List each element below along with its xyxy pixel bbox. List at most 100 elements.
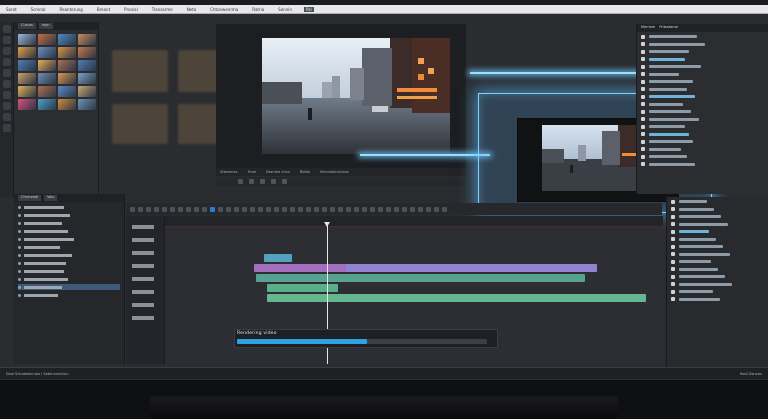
- timeline-tool-icon[interactable]: [234, 206, 239, 212]
- timeline-tool-icon[interactable]: [434, 206, 439, 212]
- timeline-tool-icon[interactable]: [186, 206, 191, 212]
- track-header[interactable]: [132, 251, 154, 255]
- inspector-row[interactable]: [641, 41, 765, 47]
- media-thumbnail[interactable]: [18, 73, 36, 84]
- media-thumbnail[interactable]: [38, 73, 56, 84]
- timeline-tool-icon[interactable]: [226, 206, 231, 212]
- menu-item[interactable]: Chtonwenrma: [208, 7, 240, 12]
- timeline-clip[interactable]: [266, 294, 647, 302]
- effect-item[interactable]: [671, 281, 765, 287]
- media-thumbnail[interactable]: [58, 99, 76, 110]
- visibility-icon[interactable]: [18, 237, 21, 241]
- checkbox-icon[interactable]: [641, 162, 645, 166]
- timeline-tool-icon[interactable]: [178, 206, 183, 212]
- effect-item[interactable]: [671, 199, 765, 205]
- visibility-icon[interactable]: [18, 229, 21, 233]
- viewer-bar-label[interactable]: Semvlantrutions: [320, 170, 349, 174]
- hand-tool-icon[interactable]: [2, 47, 11, 55]
- inspector-row[interactable]: [641, 161, 765, 167]
- checkbox-icon[interactable]: [641, 147, 645, 151]
- track-header[interactable]: [132, 264, 154, 268]
- timeline-tool-icon[interactable]: [162, 206, 167, 212]
- pen-tool-icon[interactable]: [2, 69, 11, 77]
- menu-item[interactable]: Breant: [95, 7, 112, 12]
- visibility-icon[interactable]: [18, 205, 21, 209]
- slip-tool-icon[interactable]: [2, 91, 11, 99]
- media-thumbnail[interactable]: [18, 60, 36, 71]
- inspector-row[interactable]: [641, 139, 765, 145]
- effect-item[interactable]: [671, 259, 765, 265]
- track-list-item[interactable]: [18, 292, 120, 298]
- track-list-item[interactable]: [18, 268, 120, 274]
- media-thumbnail[interactable]: [78, 99, 96, 110]
- media-thumbnail[interactable]: [18, 34, 36, 45]
- program-monitor[interactable]: [216, 24, 466, 169]
- timeline-tool-icon[interactable]: [338, 206, 343, 212]
- timeline-tool-icon[interactable]: [210, 206, 215, 212]
- track-list-item[interactable]: [18, 260, 120, 266]
- timeline-tool-icon[interactable]: [410, 206, 415, 212]
- track-header[interactable]: [132, 277, 154, 281]
- effect-item[interactable]: [671, 296, 765, 302]
- inspector-tab[interactable]: Prlbwtame: [659, 25, 678, 31]
- inspector-tab[interactable]: Mernem: [641, 25, 655, 31]
- timeline-tool-icon[interactable]: [154, 206, 159, 212]
- checkbox-icon[interactable]: [641, 117, 645, 121]
- inspector-row[interactable]: [641, 49, 765, 55]
- checkbox-icon[interactable]: [641, 72, 645, 76]
- timeline-clip[interactable]: [346, 264, 598, 272]
- timeline-tool-icon[interactable]: [370, 206, 375, 212]
- effect-item[interactable]: [671, 289, 765, 295]
- menu-item[interactable]: Pronial: [122, 7, 140, 12]
- timeline-tool-icon[interactable]: [202, 206, 207, 212]
- checkbox-icon[interactable]: [641, 94, 645, 99]
- inspector-row[interactable]: [641, 146, 765, 152]
- rate-stretch-tool-icon[interactable]: [2, 124, 11, 132]
- text-tool-icon[interactable]: [2, 80, 11, 88]
- go-to-start-icon[interactable]: [238, 179, 243, 184]
- effect-item[interactable]: [671, 251, 765, 257]
- viewer-bar-label[interactable]: Vtensnres: [220, 170, 238, 174]
- zoom-tool-icon[interactable]: [2, 58, 11, 66]
- media-thumbnail[interactable]: [58, 73, 76, 84]
- inspector-row[interactable]: [641, 34, 765, 40]
- checkbox-icon[interactable]: [641, 102, 645, 106]
- timeline-tool-icon[interactable]: [146, 206, 151, 212]
- timeline-clip[interactable]: [255, 274, 585, 282]
- timeline-tool-icon[interactable]: [130, 206, 135, 212]
- timeline-tool-icon[interactable]: [282, 206, 287, 212]
- inspector-row[interactable]: [641, 56, 765, 62]
- timeline-tool-icon[interactable]: [250, 206, 255, 212]
- timeline-tool-icon[interactable]: [314, 206, 319, 212]
- media-thumbnail[interactable]: [58, 86, 76, 97]
- timeline-tool-icon[interactable]: [258, 206, 263, 212]
- effect-item[interactable]: [671, 229, 765, 235]
- ripple-tool-icon[interactable]: [2, 102, 11, 110]
- inspector-row[interactable]: [641, 154, 765, 160]
- timeline-tool-icon[interactable]: [386, 206, 391, 212]
- checkbox-icon[interactable]: [641, 34, 645, 39]
- timeline-tool-icon[interactable]: [402, 206, 407, 212]
- inspector-row[interactable]: [641, 116, 765, 122]
- viewer-bar-label[interactable]: Trme: [248, 170, 257, 174]
- media-thumbnail[interactable]: [18, 99, 36, 110]
- tracks-panel-tab[interactable]: Volv: [44, 195, 58, 201]
- visibility-icon[interactable]: [18, 277, 21, 281]
- timeline-tool-icon[interactable]: [330, 206, 335, 212]
- menu-item[interactable]: Neta: [185, 7, 198, 12]
- timeline-tool-icon[interactable]: [354, 206, 359, 212]
- checkbox-icon[interactable]: [641, 57, 645, 61]
- razor-tool-icon[interactable]: [2, 36, 11, 44]
- effect-item[interactable]: [671, 274, 765, 280]
- visibility-icon[interactable]: [18, 293, 21, 297]
- media-thumbnail[interactable]: [58, 60, 76, 71]
- inspector-row[interactable]: [641, 86, 765, 92]
- timeline-clip[interactable]: [263, 254, 293, 262]
- menu-item[interactable]: Screnal: [29, 7, 48, 12]
- timeline-tool-icon[interactable]: [138, 206, 143, 212]
- checkbox-icon[interactable]: [641, 42, 645, 46]
- visibility-icon[interactable]: [18, 269, 21, 273]
- viewer-bar-label[interactable]: Drarmle chon: [266, 170, 290, 174]
- inspector-row[interactable]: [641, 124, 765, 130]
- track-header[interactable]: [132, 238, 154, 242]
